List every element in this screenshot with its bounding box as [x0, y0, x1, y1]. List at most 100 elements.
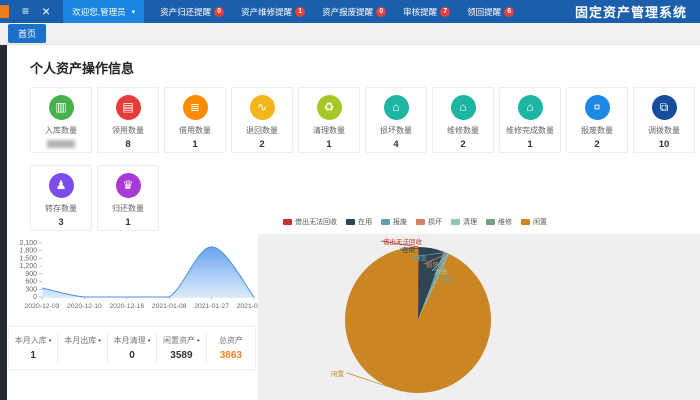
legend-item[interactable]: 在用	[346, 217, 372, 227]
stat-column: 总资产3863	[207, 333, 255, 363]
card-label: 清理数量	[313, 125, 345, 136]
notification-badge: 0	[376, 7, 386, 17]
header-menu-item[interactable]: 领回提醒6	[467, 6, 514, 18]
stat-value: 0	[108, 350, 156, 361]
card-label: 维修数量	[447, 125, 479, 136]
stat-label: 本月入库•	[9, 335, 57, 346]
svg-text:0: 0	[33, 294, 37, 301]
card-value: 2	[259, 139, 264, 149]
card-label: 入库数量	[45, 125, 77, 136]
home-icon: ⌂	[384, 95, 409, 120]
stat-card[interactable]: ▤领用数量8	[97, 87, 159, 153]
stat-label-text: 闲置资产	[163, 336, 195, 345]
header-menu-item-label: 资产报废提醒	[322, 6, 373, 18]
tab-home[interactable]: 首页	[8, 24, 46, 43]
svg-text:900: 900	[25, 271, 37, 278]
svg-text:在用: 在用	[402, 245, 415, 254]
svg-text:2,100: 2,100	[19, 240, 37, 247]
stat-card[interactable]: ♻ 清理数量 1	[298, 87, 360, 153]
legend-item[interactable]: 闲置	[521, 217, 547, 227]
legend-marker	[283, 219, 292, 225]
stat-value: 3589	[157, 350, 205, 361]
stat-column: 本月入库•1	[9, 333, 58, 363]
stat-card[interactable]: ⌂维修完成数量1	[499, 87, 561, 153]
asset-status-pie-chart: 借出无法回收在用报废损坏清理维修闲置	[258, 234, 700, 400]
svg-text:1,500: 1,500	[19, 255, 37, 262]
header-menu-item[interactable]: 审核提醒7	[403, 6, 450, 18]
stat-card[interactable]: ∿ 退回数量 2	[231, 87, 293, 153]
stat-card[interactable]: ⌂维修数量2	[432, 87, 494, 153]
header-menu: 资产归还提醒0资产维修提醒1资产报废提醒0审核提醒7领回提醒6	[160, 6, 514, 18]
card-value: 1	[192, 139, 197, 149]
app-title: 固定资产管理系统	[575, 2, 687, 21]
card-value	[47, 139, 75, 149]
header-menu-item[interactable]: 资产报废提醒0	[322, 6, 386, 18]
svg-text:2020-12-16: 2020-12-16	[109, 303, 144, 310]
svg-text:2021-01-08: 2021-01-08	[152, 303, 187, 310]
card-label: 归还数量	[112, 203, 144, 214]
header-menu-item-label: 资产归还提醒	[160, 6, 211, 18]
card-value: 1	[326, 139, 331, 149]
chevron-down-icon: ▾	[132, 8, 136, 16]
app-window: ≡ × 欢迎您,管理员 ▾ 资产归还提醒0资产维修提醒1资产报废提醒0审核提醒7…	[0, 0, 700, 400]
menu-toggle-icon[interactable]: ≡	[22, 0, 29, 23]
collapsed-sidebar[interactable]	[0, 45, 7, 400]
card-label: 调拨数量	[648, 125, 680, 136]
pie-legend: 借出无法回收在用报废损坏 清理维修闲置	[283, 217, 547, 227]
stat-value: 3863	[207, 350, 255, 361]
dot-icon: •	[49, 336, 52, 345]
bar-chart-icon: ▥	[49, 95, 74, 120]
area-chart: 03006009001,2001,5001,8002,1002020-12-03…	[8, 236, 258, 320]
close-icon[interactable]: ×	[42, 0, 50, 23]
legend-label: 清理	[463, 217, 477, 227]
card-label: 维修完成数量	[506, 125, 554, 136]
svg-text:维修: 维修	[440, 274, 454, 283]
stat-card[interactable]: ♟转存数量3	[30, 165, 92, 231]
stat-card[interactable]: ≣ 借用数量 1	[164, 87, 226, 153]
card-value: 4	[393, 139, 398, 149]
copy-files-icon: ⧉	[652, 95, 677, 120]
line-chart-icon: ∿	[250, 95, 275, 120]
legend-label: 借出无法回收	[295, 217, 337, 227]
legend-item[interactable]: 维修	[486, 217, 512, 227]
card-value: 8	[125, 139, 130, 149]
legend-item[interactable]: 损坏	[416, 217, 442, 227]
stat-column: 闲置资产•3589	[157, 333, 206, 363]
svg-text:报废: 报废	[414, 253, 428, 262]
stat-label: 本月清理•	[108, 335, 156, 346]
header-menu-item-label: 领回提醒	[467, 6, 501, 18]
legend-marker	[381, 219, 390, 225]
notification-badge: 7	[440, 7, 450, 17]
user-menu-button[interactable]: 欢迎您,管理员 ▾	[63, 0, 144, 23]
svg-text:1,800: 1,800	[19, 248, 37, 255]
stat-card[interactable]: ▥ 入库数量	[30, 87, 92, 153]
stat-card[interactable]: ⧉调拨数量10	[633, 87, 695, 153]
card-label: 退回数量	[246, 125, 278, 136]
legend-item[interactable]: 借出无法回收	[283, 217, 337, 227]
stat-card[interactable]: ¤报废数量2	[566, 87, 628, 153]
header-menu-item-label: 审核提醒	[403, 6, 437, 18]
card-label: 报废数量	[581, 125, 613, 136]
legend-item[interactable]: 报废	[381, 217, 407, 227]
tab-bar: 首页	[0, 23, 700, 45]
layers-icon: ≣	[183, 95, 208, 120]
user-menu-label: 欢迎您,管理员	[72, 6, 125, 18]
section-title: 个人资产操作信息	[30, 58, 134, 77]
header-menu-item[interactable]: 资产维修提醒1	[241, 6, 305, 18]
recycle-icon: ♻	[317, 95, 342, 120]
notification-badge: 0	[214, 7, 224, 17]
card-label: 转存数量	[45, 203, 77, 214]
asset-trend-area-chart: 03006009001,2001,5001,8002,1002020-12-03…	[8, 236, 258, 320]
stat-label: 本月出库•	[58, 335, 106, 346]
legend-item[interactable]: 清理	[451, 217, 477, 227]
svg-text:2021-04-01: 2021-04-01	[237, 303, 258, 310]
legend-marker	[346, 219, 355, 225]
dot-icon: •	[98, 336, 101, 345]
svg-text:闲置: 闲置	[331, 369, 345, 378]
card-label: 借用数量	[179, 125, 211, 136]
header-menu-item[interactable]: 资产归还提醒0	[160, 6, 224, 18]
legend-marker	[521, 219, 530, 225]
top-header: ≡ × 欢迎您,管理员 ▾ 资产归还提醒0资产维修提醒1资产报废提醒0审核提醒7…	[0, 0, 700, 23]
stat-card[interactable]: ♛归还数量1	[97, 165, 159, 231]
stat-card[interactable]: ⌂损坏数量4	[365, 87, 427, 153]
